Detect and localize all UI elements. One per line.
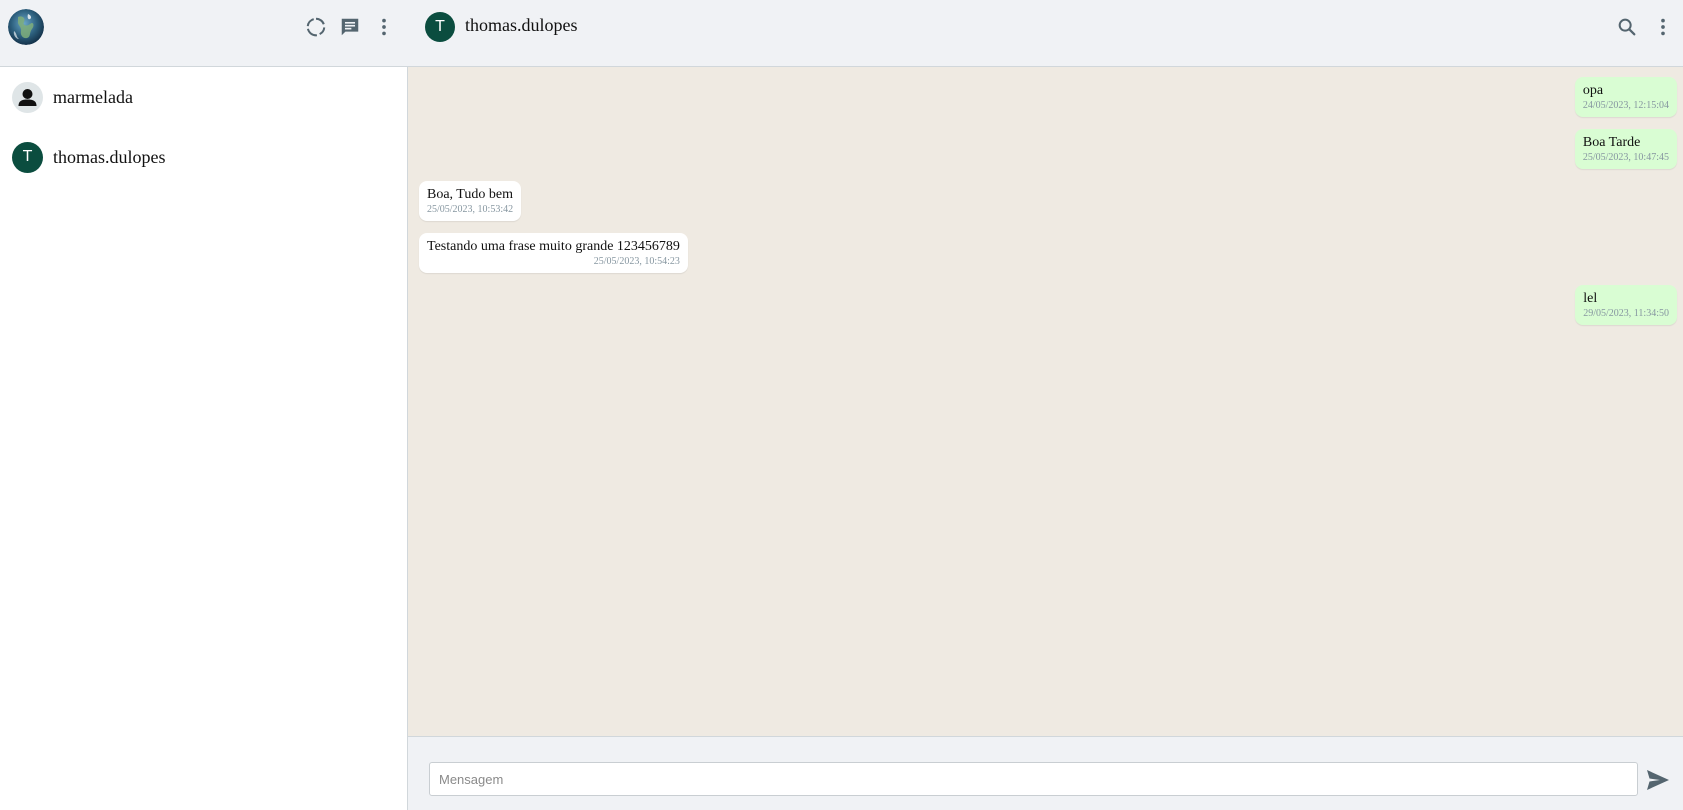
chat-pane: T thomas.dulopes opa 24/05/2023, 12:15:0… xyxy=(408,0,1683,810)
chat-header-actions xyxy=(1613,13,1677,41)
avatar: T xyxy=(12,141,43,173)
chat-menu-button[interactable] xyxy=(1649,13,1677,41)
message-bubble-outgoing: opa 24/05/2023, 12:15:04 xyxy=(1574,77,1677,117)
menu-dots-icon xyxy=(382,18,386,36)
search-icon xyxy=(1618,18,1636,36)
message-text: Testando uma frase muito grande 12345678… xyxy=(427,239,680,254)
message-bubble-incoming: Testando uma frase muito grande 12345678… xyxy=(419,233,688,273)
message-time: 25/05/2023, 10:53:42 xyxy=(427,204,514,215)
contact-item-thomas-dulopes[interactable]: T thomas.dulopes xyxy=(0,127,407,187)
send-icon xyxy=(1647,770,1669,790)
message-list: opa 24/05/2023, 12:15:04 Boa Tarde 25/05… xyxy=(408,67,1683,736)
default-person-icon xyxy=(18,88,37,106)
contact-list: marmelada T thomas.dulopes xyxy=(0,67,407,187)
message-time: 25/05/2023, 10:47:45 xyxy=(1582,152,1669,163)
message-text: Boa Tarde xyxy=(1582,135,1641,150)
chat-header: T thomas.dulopes xyxy=(408,0,1683,67)
chat-avatar[interactable]: T xyxy=(425,12,455,42)
sidebar-header xyxy=(0,0,408,67)
message-time: 29/05/2023, 11:34:50 xyxy=(1583,308,1669,319)
sidebar-menu-button[interactable] xyxy=(370,13,398,41)
new-chat-button[interactable] xyxy=(336,13,364,41)
sidebar-header-actions xyxy=(302,13,398,41)
message-bubble-incoming: Boa, Tudo bem 25/05/2023, 10:53:42 xyxy=(419,181,522,221)
chat-title[interactable]: thomas.dulopes xyxy=(465,15,578,36)
message-text: lel xyxy=(1583,291,1598,306)
status-button[interactable] xyxy=(302,13,330,41)
avatar xyxy=(12,81,43,113)
message-bubble-outgoing: Boa Tarde 25/05/2023, 10:47:45 xyxy=(1574,129,1677,169)
message-text: Boa, Tudo bem xyxy=(427,187,513,202)
status-icon xyxy=(306,17,326,37)
globe-avatar-icon xyxy=(8,9,44,45)
contact-name: marmelada xyxy=(53,86,133,107)
search-button[interactable] xyxy=(1613,13,1641,41)
new-chat-icon xyxy=(341,18,359,36)
message-text: opa xyxy=(1582,83,1604,98)
message-composer xyxy=(408,736,1683,810)
sidebar: marmelada T thomas.dulopes xyxy=(0,0,408,810)
message-bubble-outgoing: lel 29/05/2023, 11:34:50 xyxy=(1575,285,1677,325)
contact-name: thomas.dulopes xyxy=(53,146,166,167)
profile-avatar[interactable] xyxy=(8,9,44,45)
message-input[interactable] xyxy=(429,762,1638,796)
contact-item-marmelada[interactable]: marmelada xyxy=(0,67,407,127)
message-time: 25/05/2023, 10:54:23 xyxy=(593,256,680,267)
send-button[interactable] xyxy=(1644,767,1672,793)
menu-dots-icon xyxy=(1661,18,1665,36)
message-time: 24/05/2023, 12:15:04 xyxy=(1582,100,1669,111)
